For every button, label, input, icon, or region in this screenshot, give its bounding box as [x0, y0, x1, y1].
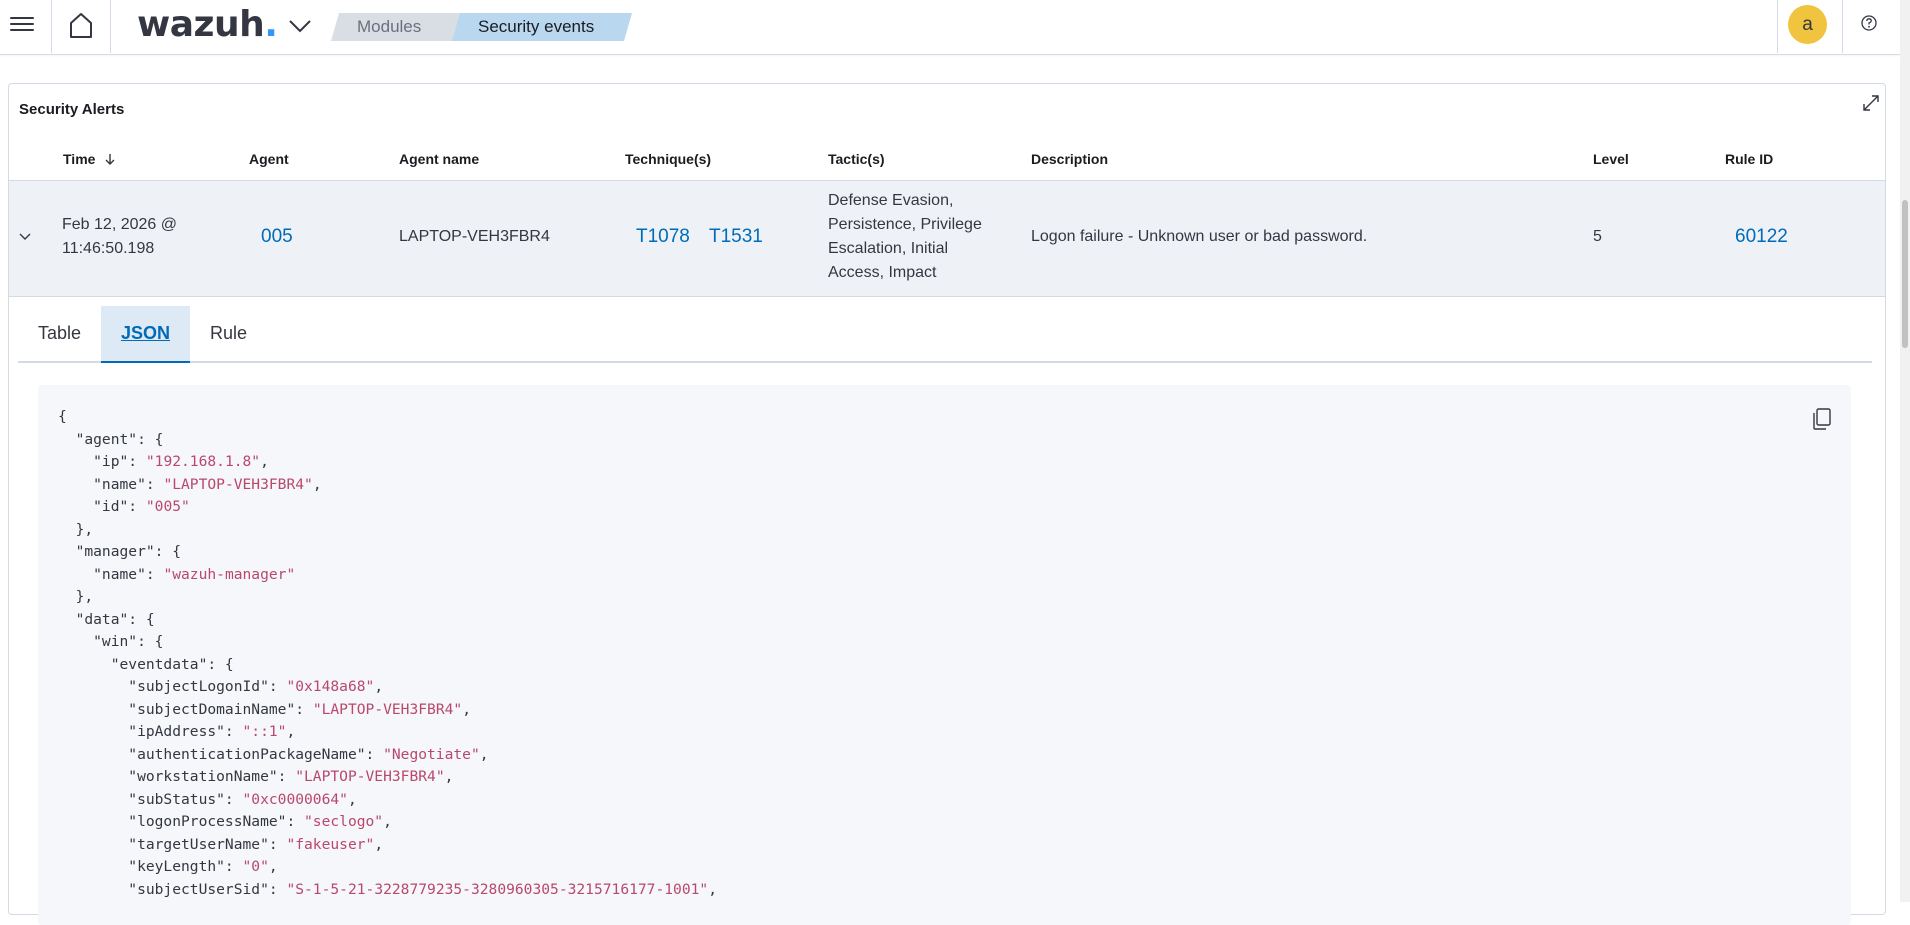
menu-icon[interactable] [10, 13, 34, 37]
json-line: }, [58, 520, 94, 538]
rule-id-link[interactable]: 60122 [1735, 225, 1788, 249]
top-navigation-bar: wazuh. Modules Security events a [0, 0, 1900, 55]
panel-title: Security Alerts [19, 101, 125, 118]
column-header-agent-name[interactable]: Agent name [399, 151, 479, 167]
description-cell: Logon failure - Unknown user or bad pass… [1031, 228, 1368, 245]
divider [51, 0, 52, 53]
json-line: "ip": "192.168.1.8", [58, 453, 269, 470]
json-line: "keyLength": "0", [58, 858, 278, 875]
json-line: "subjectLogonId": "0x148a68", [58, 678, 384, 695]
json-line: "name": "wazuh-manager" [58, 565, 296, 583]
tactics-cell: Defense Evasion, Persistence, Privilege … [828, 192, 982, 281]
json-line: "targetUserName": "fakeuser", [58, 835, 384, 853]
agent-id-link[interactable]: 005 [261, 225, 293, 249]
technique-link[interactable]: T1531 [709, 225, 763, 249]
level-cell: 5 [1593, 228, 1602, 245]
column-header-level[interactable]: Level [1593, 151, 1629, 167]
detail-tabs: Table JSON Rule [18, 306, 1872, 363]
tab-json[interactable]: JSON [101, 306, 191, 363]
column-header-rule-id[interactable]: Rule ID [1725, 151, 1773, 167]
json-line: "logonProcessName": "seclogo", [58, 813, 392, 830]
column-header-time[interactable]: Time [63, 151, 117, 169]
json-line: "authenticationPackageName": "Negotiate"… [58, 745, 489, 763]
column-header-agent[interactable]: Agent [249, 151, 289, 167]
divider [110, 0, 111, 53]
help-icon[interactable] [1859, 13, 1879, 33]
agent-name-cell: LAPTOP-VEH3FBR4 [399, 228, 550, 245]
json-line: { [58, 408, 67, 425]
json-line: "id": "005" [58, 498, 190, 515]
vertical-scrollbar[interactable] [1900, 0, 1910, 902]
json-line: "subjectUserSid": "S-1-5-21-3228779235-3… [58, 880, 717, 898]
json-line: "subjectDomainName": "LAPTOP-VEH3FBR4", [58, 700, 471, 718]
column-header-tactics[interactable]: Tactic(s) [828, 151, 885, 167]
sort-down-icon[interactable] [103, 152, 117, 169]
divider [1842, 0, 1843, 53]
technique-link[interactable]: T1078 [636, 225, 690, 249]
json-line: "data": { [58, 610, 155, 628]
json-line: "manager": { [58, 543, 182, 560]
user-avatar[interactable]: a [1788, 5, 1827, 44]
copy-icon[interactable] [1811, 407, 1833, 431]
json-line: "win": { [58, 633, 164, 650]
breadcrumb-security-events: Security events [452, 13, 632, 41]
column-header-techniques[interactable]: Technique(s) [625, 151, 711, 167]
tab-table[interactable]: Table [18, 306, 101, 361]
chevron-down-icon[interactable] [17, 229, 33, 245]
json-line: "eventdata": { [58, 655, 234, 673]
expand-icon[interactable] [1861, 93, 1881, 113]
time-cell: Feb 12, 2026 @ 11:46:50.198 [62, 216, 177, 257]
json-line: "subStatus": "0xc0000064", [58, 790, 357, 808]
scrollbar-thumb[interactable] [1902, 200, 1908, 348]
json-line: "agent": { [58, 430, 164, 448]
json-line: "ipAddress": "::1", [58, 723, 296, 740]
json-content: { "agent": { "ip": "192.168.1.8", "name"… [58, 406, 717, 901]
json-line: "name": "LAPTOP-VEH3FBR4", [58, 475, 322, 493]
json-line: "workstationName": "LAPTOP-VEH3FBR4", [58, 768, 454, 785]
column-header-description[interactable]: Description [1031, 151, 1108, 167]
table-row[interactable]: Feb 12, 2026 @ 11:46:50.198 005 LAPTOP-V… [9, 180, 1885, 297]
tab-rule[interactable]: Rule [190, 306, 267, 361]
json-line: }, [58, 588, 94, 605]
wazuh-logo[interactable]: wazuh. [137, 4, 278, 45]
chevron-down-icon[interactable] [287, 14, 313, 38]
divider [1777, 0, 1778, 53]
json-code-block: { "agent": { "ip": "192.168.1.8", "name"… [38, 385, 1851, 925]
home-icon[interactable] [66, 10, 96, 40]
